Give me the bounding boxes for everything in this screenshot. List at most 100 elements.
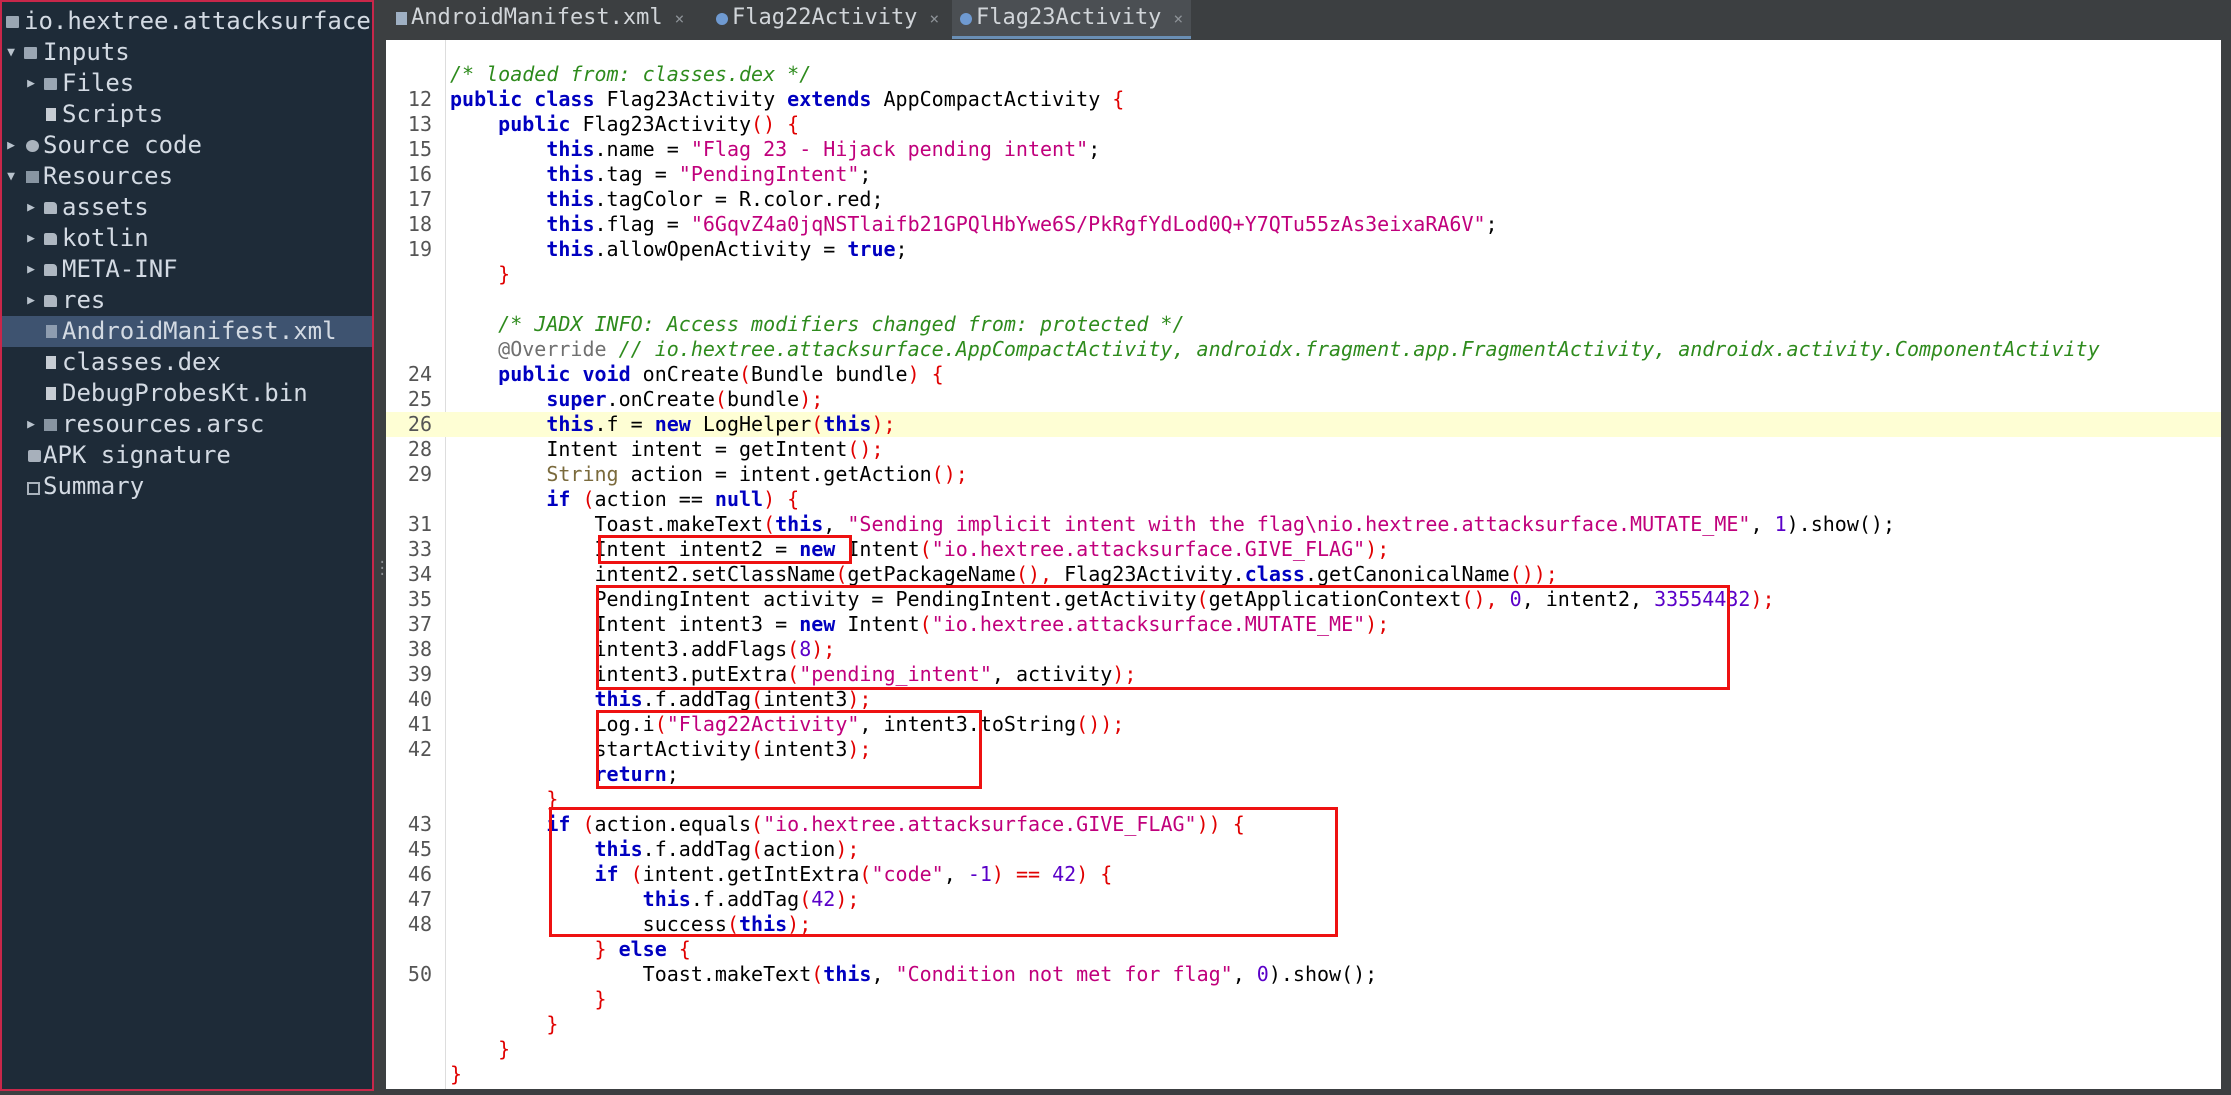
- tree-item-source-code[interactable]: ▶ Source code: [2, 130, 372, 161]
- chevron-down-icon[interactable]: ▼: [4, 161, 18, 192]
- tree-item-res[interactable]: ▶ res: [2, 285, 372, 316]
- chevron-right-icon[interactable]: ▶: [24, 285, 38, 316]
- tree-item-label: APK signature: [43, 441, 231, 469]
- code-text: .f =: [594, 412, 655, 436]
- code-annotation: @Override: [450, 337, 619, 361]
- tree-item-classes-dex[interactable]: classes.dex: [2, 347, 372, 378]
- chevron-right-icon[interactable]: ▶: [24, 223, 38, 254]
- tree-item-inputs[interactable]: ▼ Inputs: [2, 37, 372, 68]
- code-text: .flag =: [594, 212, 691, 236]
- tab-flag22-activity[interactable]: Flag22Activity ×: [716, 0, 939, 36]
- code-keyword: new: [654, 412, 703, 436]
- code-editor[interactable]: /* loaded from: classes.dex */ 12 public …: [386, 40, 2221, 1089]
- tree-item-apk-signature[interactable]: APK signature: [2, 440, 372, 471]
- line-number: 16: [407, 162, 432, 186]
- code-paren: (: [835, 562, 848, 586]
- tree-item-meta-inf[interactable]: ▶ META-INF: [2, 254, 372, 285]
- code-brace: ) {: [907, 362, 944, 386]
- chevron-right-icon[interactable]: ▶: [24, 254, 38, 285]
- close-icon[interactable]: ×: [929, 9, 939, 28]
- tree-item-android-manifest[interactable]: AndroidManifest.xml: [2, 316, 372, 347]
- tab-label: AndroidManifest.xml: [411, 5, 663, 30]
- code-keyword: super: [450, 387, 607, 411]
- chevron-right-icon[interactable]: ▶: [24, 68, 38, 99]
- code-text: Intent intent = getIntent: [450, 437, 848, 461]
- code-text: .f.addTag: [642, 687, 752, 711]
- code-paren: ();: [931, 462, 968, 486]
- tree-item-assets[interactable]: ▶ assets: [2, 192, 372, 223]
- tab-flag23-activity[interactable]: Flag23Activity ×: [952, 0, 1192, 39]
- tree-item-kotlin[interactable]: ▶ kotlin: [2, 223, 372, 254]
- tree-item-debug-probes[interactable]: DebugProbesKt.bin: [2, 378, 372, 409]
- code-text: LogHelper: [702, 412, 812, 436]
- close-icon[interactable]: ×: [1173, 9, 1183, 28]
- code-keyword: else: [618, 937, 679, 961]
- code-line: 39 intent3.putExtra("pending_intent", ac…: [386, 662, 2221, 687]
- code-text: PendingIntent activity = PendingIntent.g…: [450, 587, 1197, 611]
- code-paren: (: [919, 537, 932, 561]
- code-keyword: public void: [450, 362, 643, 386]
- panel-splitter[interactable]: · · ·: [374, 0, 386, 1095]
- code-text: Toast.makeText: [450, 512, 764, 536]
- code-paren: ();: [847, 437, 884, 461]
- tree-root[interactable]: io.hextree.attacksurface.: [2, 6, 372, 37]
- code-string: "Flag 23 - Hijack pending intent": [690, 137, 1089, 161]
- close-icon[interactable]: ×: [675, 9, 685, 28]
- chevron-right-icon[interactable]: ▶: [4, 130, 18, 161]
- code-line: 43 if (action.equals("io.hextree.attacks…: [386, 812, 2221, 837]
- code-paren: );: [1750, 587, 1775, 611]
- code-text: ).show();: [1786, 512, 1895, 536]
- resources-icon: [26, 171, 39, 183]
- tab-label: Flag22Activity: [732, 5, 918, 30]
- code-line: /* JADX INFO: Access modifiers changed f…: [386, 312, 2221, 337]
- tree-item-summary[interactable]: Summary: [2, 471, 372, 502]
- code-paren: );: [847, 737, 872, 761]
- code-paren: );: [1365, 612, 1390, 636]
- tab-android-manifest[interactable]: AndroidManifest.xml ×: [396, 0, 684, 36]
- tree-item-label: assets: [62, 193, 149, 221]
- code-paren: );: [871, 412, 896, 436]
- line-number: 31: [407, 512, 432, 536]
- code-paren: (: [751, 687, 764, 711]
- code-text: intent3: [763, 737, 848, 761]
- line-number: 33: [407, 537, 432, 561]
- chevron-down-icon[interactable]: ▼: [4, 37, 18, 68]
- line-number: 15: [407, 137, 432, 161]
- code-keyword: new: [799, 537, 848, 561]
- code-keyword: new: [799, 612, 848, 636]
- tree-item-label: res: [62, 286, 106, 314]
- code-text: .allowOpenActivity =: [594, 237, 848, 261]
- tree-item-resources-arsc[interactable]: ▶ resources.arsc: [2, 409, 372, 440]
- chevron-right-icon[interactable]: ▶: [24, 409, 38, 440]
- code-number: -1: [967, 862, 992, 886]
- tree-item-scripts[interactable]: Scripts: [2, 99, 372, 130]
- code-keyword: if: [450, 812, 583, 836]
- code-paren: (: [714, 387, 727, 411]
- tree-item-label: AndroidManifest.xml: [62, 317, 337, 345]
- code-brace: ) {: [1076, 862, 1113, 886]
- code-text: Intent intent2 =: [450, 537, 800, 561]
- code-keyword: null: [714, 487, 764, 511]
- code-text: ;: [859, 162, 872, 186]
- code-brace: {: [1112, 87, 1125, 111]
- code-line: 35 PendingIntent activity = PendingInten…: [386, 587, 2221, 612]
- code-paren: );: [811, 637, 836, 661]
- code-line: 19 this.allowOpenActivity = true;: [386, 237, 2221, 262]
- line-number: 18: [407, 212, 432, 236]
- code-paren: (: [763, 512, 776, 536]
- tree-item-resources[interactable]: ▼ Resources: [2, 161, 372, 192]
- code-line: 16 this.tag = "PendingIntent";: [386, 162, 2221, 187]
- line-number: 17: [407, 187, 432, 211]
- code-line: }: [386, 787, 2221, 812]
- tree-item-files[interactable]: ▶ Files: [2, 68, 372, 99]
- code-paren: (: [726, 912, 739, 936]
- code-keyword: this: [739, 912, 788, 936]
- line-number: 46: [407, 862, 432, 886]
- code-text: , activity: [991, 662, 1113, 686]
- tree-item-label: classes.dex: [62, 348, 221, 376]
- chevron-right-icon[interactable]: ▶: [24, 192, 38, 223]
- folder-icon: [44, 295, 57, 307]
- code-paren: );: [1112, 662, 1137, 686]
- project-tree-panel: io.hextree.attacksurface. ▼ Inputs ▶ Fil…: [0, 0, 374, 1091]
- line-number: 43: [407, 812, 432, 836]
